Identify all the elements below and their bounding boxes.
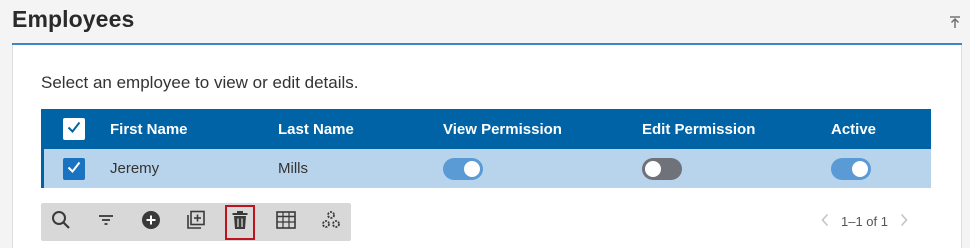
checkmark-icon <box>66 119 82 139</box>
active-toggle[interactable] <box>831 157 871 180</box>
column-header-last-name[interactable]: Last Name <box>278 109 354 149</box>
panel-left-margin <box>0 46 12 248</box>
row-select-cell <box>63 149 85 188</box>
cell-last-name: Mills <box>278 160 308 177</box>
column-header-first-name[interactable]: First Name <box>110 109 188 149</box>
collapse-button[interactable] <box>945 14 965 34</box>
delete-icon <box>231 210 249 235</box>
cell-edit-permission <box>642 149 682 188</box>
grid-toolbar <box>41 203 351 241</box>
columns-icon <box>276 210 296 234</box>
collapse-up-icon <box>948 15 962 34</box>
next-page-button[interactable] <box>894 210 914 232</box>
chevron-left-icon <box>820 213 830 230</box>
add-button[interactable] <box>136 207 166 237</box>
columns-button[interactable] <box>271 207 301 237</box>
search-icon <box>51 210 71 235</box>
settings-icon <box>321 210 341 235</box>
instructions-text: Select an employee to view or edit detai… <box>41 73 359 92</box>
pager-range: 1–1 of 1 <box>841 213 888 229</box>
select-all-cell <box>63 109 85 149</box>
panel-right-margin <box>962 46 970 248</box>
filter-icon <box>97 213 115 232</box>
table-row[interactable]: Jeremy Mills <box>41 149 931 188</box>
view-permission-toggle[interactable] <box>443 157 483 180</box>
pager: 1–1 of 1 <box>815 210 925 232</box>
toggle-knob <box>645 160 661 177</box>
cell-first-name: Jeremy <box>110 160 160 177</box>
employees-grid: First Name Last Name View Permission Edi… <box>41 109 931 188</box>
chevron-right-icon <box>899 213 909 230</box>
previous-page-button[interactable] <box>815 210 835 232</box>
select-all-checkbox[interactable] <box>63 118 85 140</box>
panel-title: Employees <box>12 6 135 32</box>
grid-header: First Name Last Name View Permission Edi… <box>41 109 931 149</box>
toggle-knob <box>852 160 868 177</box>
edit-permission-toggle[interactable] <box>642 157 682 180</box>
checkmark-icon <box>66 159 82 179</box>
toggle-knob <box>464 160 480 177</box>
delete-button[interactable] <box>225 205 255 240</box>
duplicate-button[interactable] <box>181 207 211 237</box>
settings-button[interactable] <box>316 207 346 237</box>
duplicate-icon <box>186 210 206 235</box>
add-icon <box>141 210 161 235</box>
column-header-edit-permission[interactable]: Edit Permission <box>642 109 755 149</box>
row-checkbox[interactable] <box>63 157 85 180</box>
panel-header: Employees <box>0 0 970 46</box>
filter-button[interactable] <box>91 207 121 237</box>
column-header-active[interactable]: Active <box>831 109 876 149</box>
search-button[interactable] <box>46 207 76 237</box>
cell-active <box>831 149 871 188</box>
cell-view-permission <box>443 149 483 188</box>
column-header-view-permission[interactable]: View Permission <box>443 109 562 149</box>
